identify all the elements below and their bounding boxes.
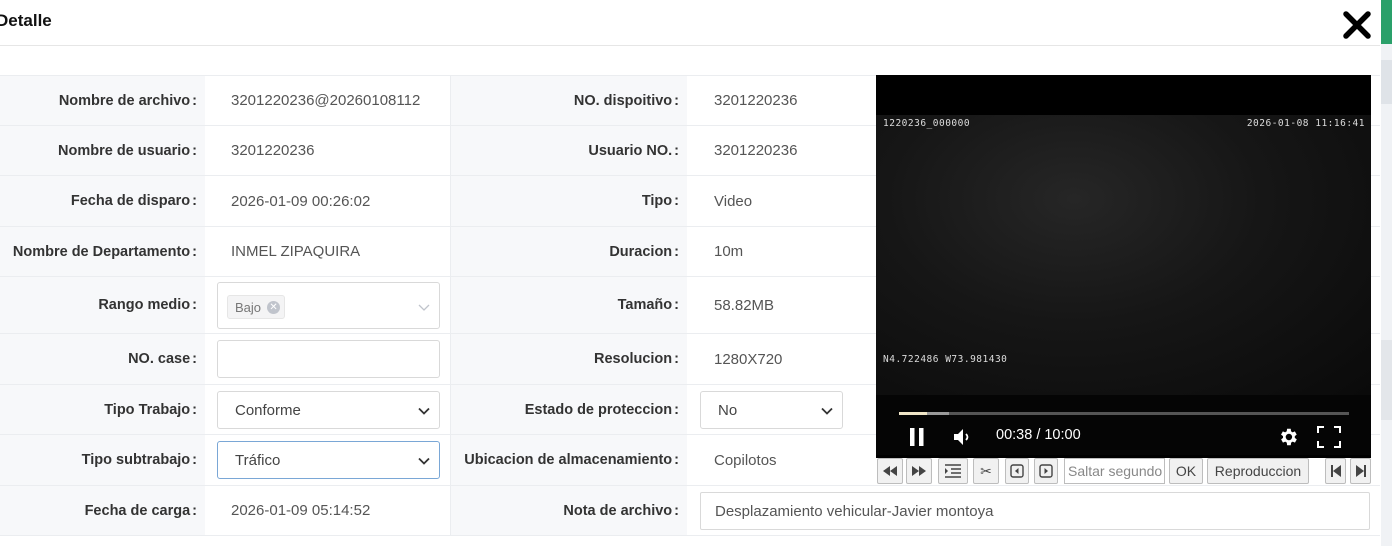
background-strip <box>1381 0 1392 546</box>
video-overlay-gps: N4.722486 W73.981430 <box>883 354 1008 365</box>
file-note-label: Nota de archivo: <box>451 486 687 535</box>
background-block <box>1381 340 1392 420</box>
sub-work-type-label: Tipo subtrabajo: <box>0 435 205 485</box>
dialog-title: Detalle <box>0 11 52 30</box>
trigger-date-value: 2026-01-09 00:26:02 <box>205 176 451 226</box>
user-name-value: 3201220236 <box>205 126 451 175</box>
seek-ok-button[interactable]: OK <box>1169 458 1203 484</box>
tag-close-icon[interactable]: ✕ <box>267 300 281 314</box>
frame-forward-icon[interactable] <box>1034 458 1058 484</box>
protection-state-select[interactable]: No <box>700 391 843 429</box>
sub-work-type-selected: Tráfico <box>235 451 281 469</box>
department-value: INMEL ZIPAQUIRA <box>205 227 451 276</box>
skip-end-icon[interactable] <box>1350 458 1371 484</box>
sub-work-type-select[interactable]: Tráfico <box>217 441 440 479</box>
progress-played <box>899 412 928 415</box>
playback-button[interactable]: Reproduccion <box>1207 458 1309 484</box>
upload-date-value: 2026-01-09 05:14:52 <box>205 486 451 535</box>
chevron-down-icon <box>821 407 833 415</box>
fast-forward-icon[interactable] <box>906 458 932 484</box>
user-name-label: Nombre de usuario: <box>0 126 205 175</box>
type-value: Video <box>714 192 753 210</box>
pause-icon[interactable] <box>908 427 926 447</box>
video-overlay-timestamp: 2026-01-08 11:16:41 <box>1246 118 1365 129</box>
duration-value: 10m <box>714 243 744 260</box>
detail-dialog: Detalle Nombre de archivo: 3201220236@20… <box>0 0 1392 546</box>
trigger-date-label: Fecha de disparo: <box>0 176 205 226</box>
chevron-down-icon <box>418 304 430 311</box>
duration-label: Duracion: <box>451 227 687 276</box>
range-tag: Bajo ✕ <box>227 295 286 319</box>
type-label: Tipo: <box>451 176 687 226</box>
video-progress-bar[interactable] <box>899 412 1349 415</box>
protection-state-label: Estado de proteccion: <box>451 385 687 434</box>
video-overlay-id: 1220236_000000 <box>883 118 971 129</box>
background-button <box>1381 0 1392 44</box>
user-no-label: Usuario NO.: <box>451 126 687 175</box>
department-label: Nombre de Departamento: <box>0 227 205 276</box>
settings-icon[interactable] <box>1277 426 1299 448</box>
device-no-value: 3201220236 <box>714 92 798 109</box>
file-name-value: 3201220236@20260108112 <box>205 76 451 125</box>
volume-icon[interactable] <box>952 427 974 447</box>
fullscreen-icon[interactable] <box>1317 426 1341 448</box>
case-no-input[interactable] <box>217 340 440 378</box>
scissors-icon[interactable]: ✂ <box>973 458 999 484</box>
upload-date-label: Fecha de carga: <box>0 486 205 535</box>
protection-state-cell: No <box>687 385 864 434</box>
close-icon[interactable] <box>1342 10 1372 40</box>
resolution-value: 1280X720 <box>714 350 783 368</box>
storage-location-value: Copilotos <box>714 451 777 469</box>
rewind-icon[interactable] <box>877 458 903 484</box>
medium-range-label: Rango medio: <box>0 277 205 333</box>
work-type-select[interactable]: Conforme <box>217 391 440 429</box>
chevron-down-icon <box>418 457 430 465</box>
dialog-header: Detalle <box>0 0 1380 46</box>
medium-range-select[interactable]: Bajo ✕ <box>217 282 440 329</box>
video-controls: 00:38 / 10:00 <box>876 395 1371 455</box>
video-time: 00:38 / 10:00 <box>996 427 1081 443</box>
size-value: 58.82MB <box>714 296 775 314</box>
case-no-cell <box>205 334 451 384</box>
list-icon[interactable] <box>938 458 968 484</box>
file-note-input[interactable]: Desplazamiento vehicular-Javier montoya <box>700 492 1370 530</box>
range-tag-label: Bajo <box>235 299 262 315</box>
work-type-selected: Conforme <box>235 401 301 419</box>
work-type-cell: Conforme <box>205 385 451 434</box>
storage-location-label: Ubicacion de almacenamiento: <box>451 435 687 485</box>
work-type-label: Tipo Trabajo: <box>0 385 205 434</box>
chevron-down-icon <box>418 407 430 415</box>
size-label: Tamaño: <box>451 277 687 333</box>
video-frame[interactable] <box>876 115 1371 395</box>
seek-seconds-input[interactable]: Saltar segundo <box>1064 458 1165 484</box>
frame-back-icon[interactable] <box>1005 458 1029 484</box>
protection-state-selected: No <box>718 401 738 419</box>
background-block <box>1381 60 1392 104</box>
skip-start-icon[interactable] <box>1325 458 1346 484</box>
file-name-label: Nombre de archivo: <box>0 76 205 125</box>
video-toolbar: ✂ Saltar segundo OK Reproduccion <box>876 458 1371 485</box>
user-no-value: 3201220236 <box>714 142 798 159</box>
medium-range-cell: Bajo ✕ <box>205 277 451 333</box>
device-no-label: NO. dispoitivo: <box>451 76 687 125</box>
resolution-label: Resolucion: <box>451 334 687 384</box>
sub-work-type-cell: Tráfico <box>205 435 451 485</box>
video-player[interactable]: 1220236_000000 2026-01-08 11:16:41 N4.72… <box>876 75 1371 485</box>
case-no-label: NO. case: <box>0 334 205 384</box>
